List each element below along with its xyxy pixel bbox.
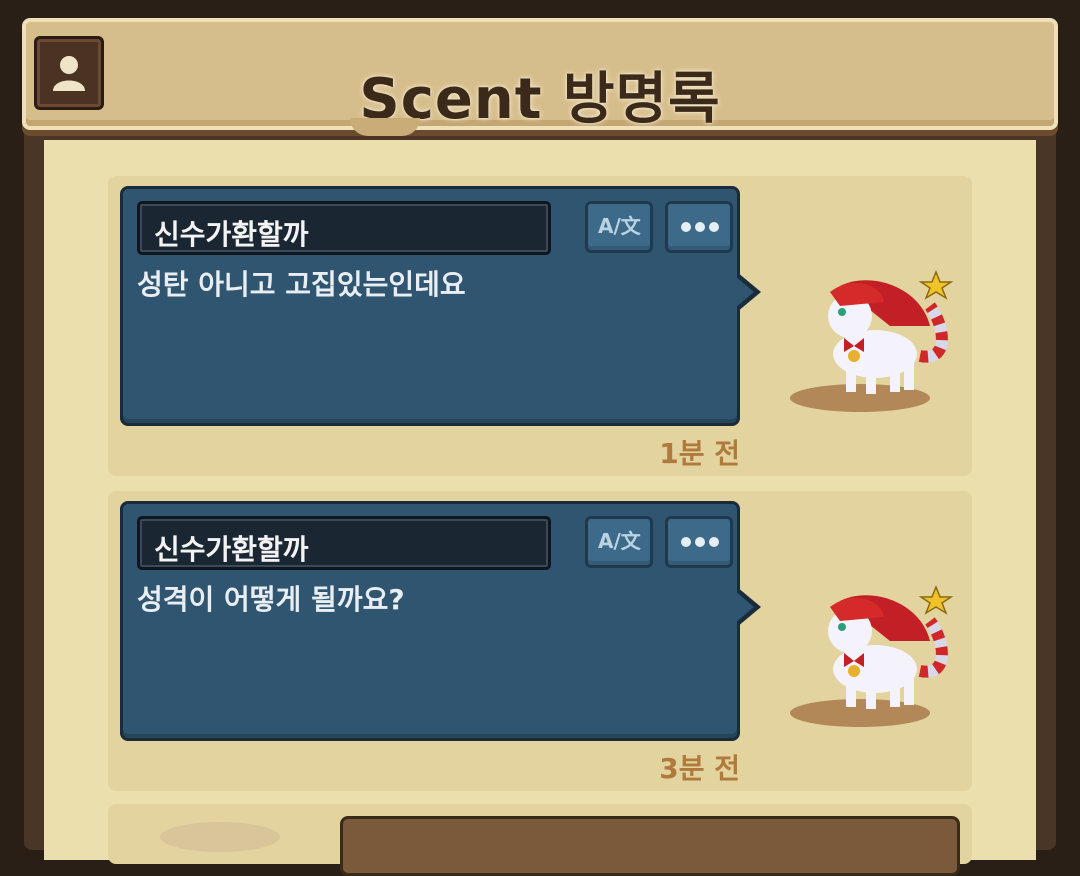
- page-title: Scent 방명록: [359, 67, 721, 132]
- author-name: 신수가환할까: [154, 218, 309, 251]
- author-name-box[interactable]: 신수가환할까: [137, 201, 551, 255]
- pet-avatar-icon[interactable]: [780, 581, 960, 731]
- bubble-tail-fill: [735, 276, 754, 308]
- translate-button[interactable]: A/文: [585, 201, 653, 253]
- timestamp: 3분 전: [659, 752, 740, 785]
- bubble-tail-fill: [735, 591, 754, 623]
- timestamp: 1분 전: [659, 437, 740, 470]
- translate-icon: A/文: [598, 529, 641, 553]
- author-name: 신수가환할까: [154, 533, 309, 566]
- message-text: 성탄 아니고 고집있는인데요: [137, 268, 466, 301]
- pet-shadow: [160, 822, 280, 852]
- author-name-box[interactable]: 신수가환할까: [137, 516, 551, 570]
- message-text: 성격이 어떻게 될까요?: [137, 583, 405, 616]
- header-decoration: [350, 118, 420, 136]
- header-bar: Scent 방명록: [22, 18, 1058, 132]
- person-icon: [53, 56, 85, 91]
- profile-button[interactable]: [34, 36, 104, 110]
- guestbook-entry: 신수가환할까 A/文 성탄 아니고 고집있는인데요 1분 전: [108, 176, 972, 476]
- more-options-button[interactable]: [665, 201, 733, 253]
- guestbook-entry: 신수가환할까 A/文 성격이 어떻게 될까요? 3분 전: [108, 491, 972, 791]
- more-options-button[interactable]: [665, 516, 733, 568]
- translate-icon: A/文: [598, 214, 641, 238]
- message-bubble: 신수가환할까 A/文 성탄 아니고 고집있는인데요: [120, 186, 740, 426]
- translate-button[interactable]: A/文: [585, 516, 653, 568]
- pet-avatar-icon[interactable]: [780, 266, 960, 416]
- more-dots-icon: [681, 222, 719, 232]
- more-dots-icon: [681, 537, 719, 547]
- message-bubble: 신수가환할까 A/文 성격이 어떻게 될까요?: [120, 501, 740, 741]
- message-bubble-partial: [340, 816, 960, 876]
